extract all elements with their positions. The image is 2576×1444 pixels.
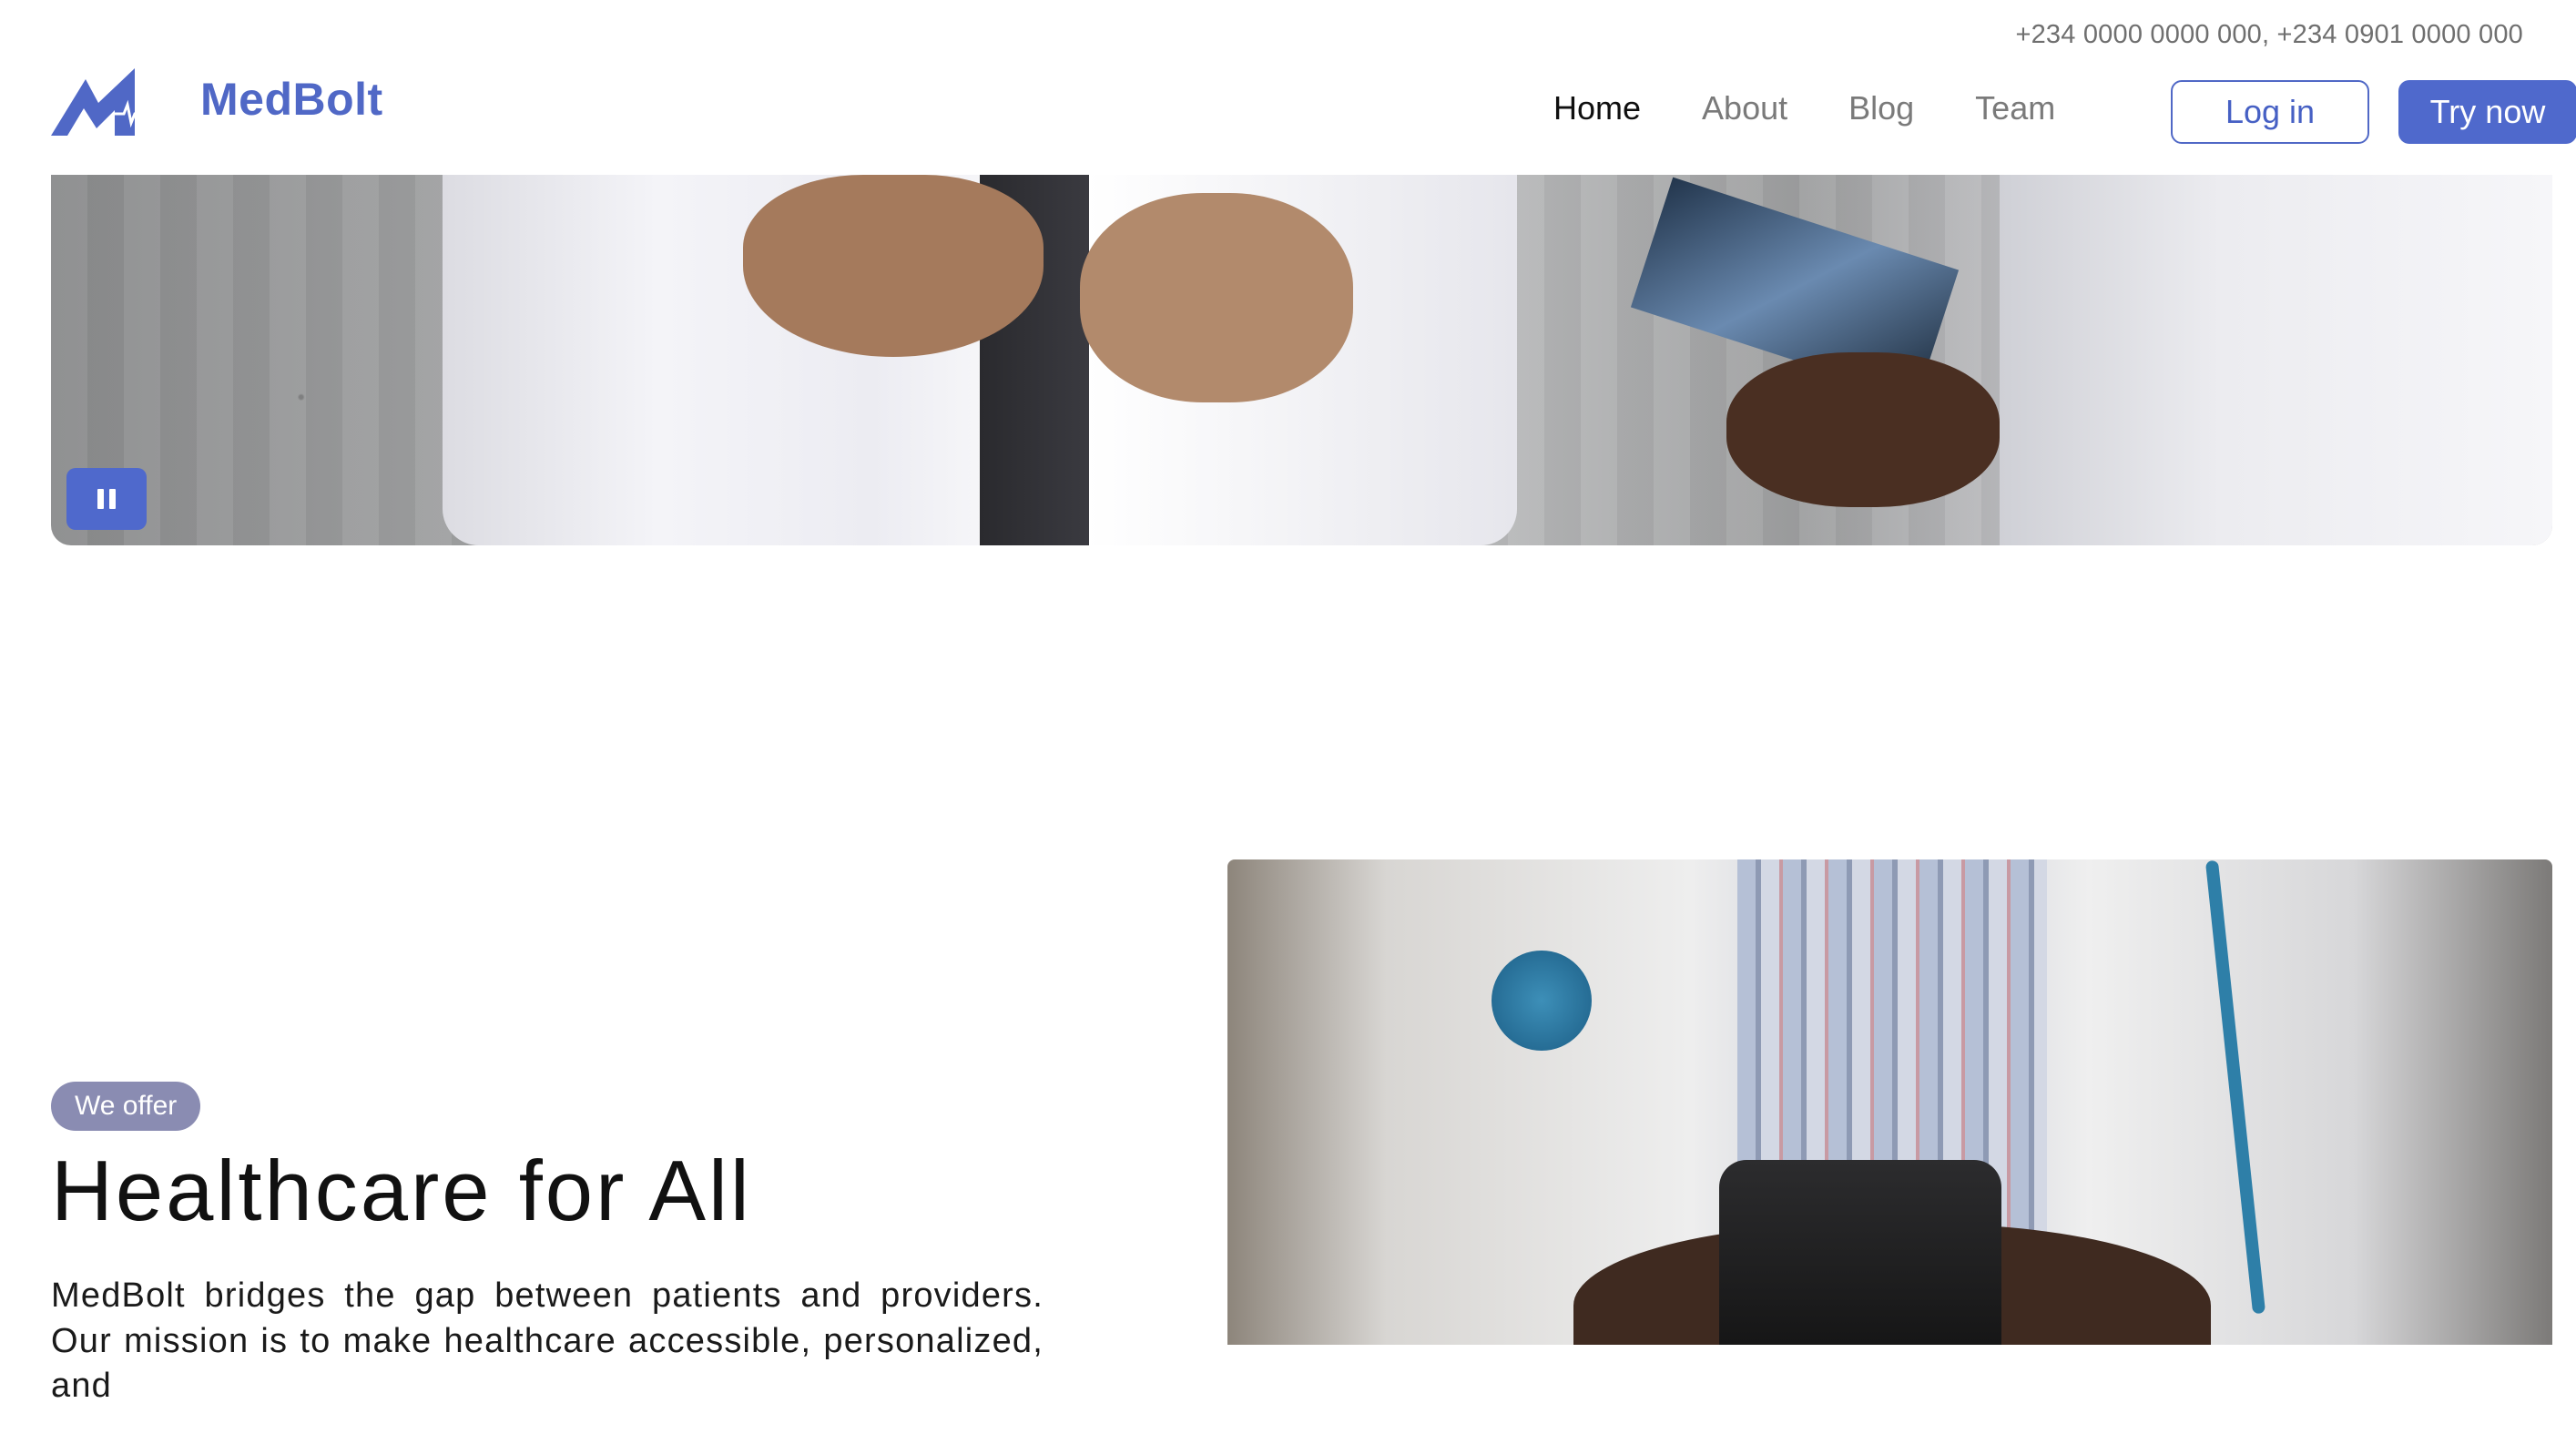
brand-name: MedBolt bbox=[200, 74, 383, 125]
brand-logo[interactable]: MedBolt bbox=[51, 56, 383, 142]
nav-about[interactable]: About bbox=[1702, 89, 1787, 127]
stethoscope bbox=[1492, 951, 1592, 1051]
offer-description: MedBolt bridges the gap between patients… bbox=[51, 1276, 1044, 1406]
nav-blog[interactable]: Blog bbox=[1848, 89, 1914, 127]
site-header: MedBolt Home About Blog Team Log in Try … bbox=[51, 56, 2576, 175]
pause-icon bbox=[97, 489, 116, 509]
nav-home[interactable]: Home bbox=[1553, 89, 1641, 127]
offer-badge: We offer bbox=[51, 1082, 201, 1131]
hero-second-doctor-coat bbox=[2000, 175, 2552, 545]
hero-doctor-hand bbox=[743, 175, 1044, 357]
nav-team[interactable]: Team bbox=[1975, 89, 2055, 127]
offer-section: We offer Healthcare for All MedBolt brid… bbox=[51, 1082, 1044, 1444]
hero-hand-holding-xray bbox=[1726, 352, 2000, 507]
try-now-button[interactable]: Try now bbox=[2398, 80, 2576, 144]
stethoscope-tube bbox=[2204, 859, 2266, 1315]
main-nav: Home About Blog Team bbox=[1553, 89, 2116, 127]
smartphone bbox=[1719, 1160, 2001, 1345]
video-pause-button[interactable] bbox=[66, 468, 147, 530]
login-button[interactable]: Log in bbox=[2171, 80, 2369, 144]
bolt-heartbeat-logo-icon bbox=[51, 68, 142, 136]
offer-headline: Healthcare for All bbox=[51, 1143, 752, 1238]
hero-video bbox=[51, 175, 2552, 545]
hero-doctor-hand-baseball bbox=[1080, 193, 1353, 402]
doctor-with-phone-image bbox=[1227, 859, 2552, 1345]
contact-phones: +234 0000 0000 000, +234 0901 0000 000 bbox=[2015, 20, 2523, 49]
